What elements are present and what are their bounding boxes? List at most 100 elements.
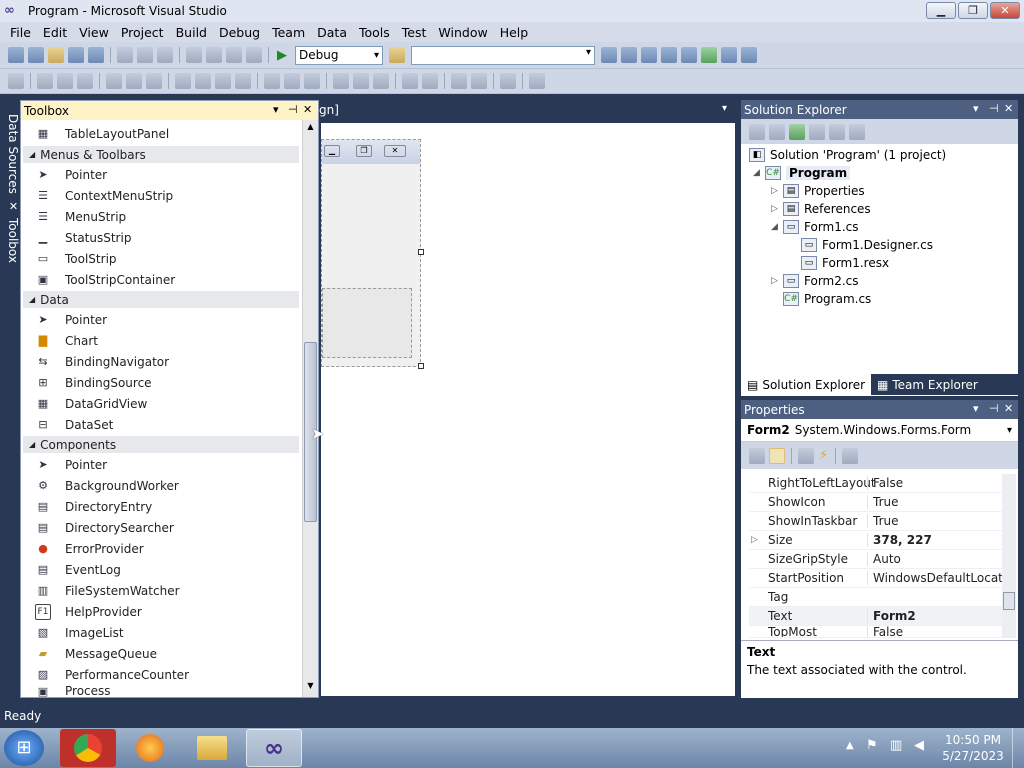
- tree-node-solution[interactable]: ◧ Solution 'Program' (1 project): [749, 146, 946, 164]
- property-row[interactable]: TopMost False: [749, 626, 1012, 638]
- scroll-down-icon[interactable]: ▼: [304, 681, 317, 694]
- paste-icon[interactable]: [157, 47, 173, 63]
- decrease-vertical-spacing-icon[interactable]: [373, 73, 389, 89]
- scroll-up-icon[interactable]: ▲: [304, 122, 317, 135]
- align-centers-icon[interactable]: [57, 73, 73, 89]
- properties-view-icon[interactable]: [798, 447, 814, 464]
- show-desktop-button[interactable]: [1012, 728, 1024, 768]
- menu-data[interactable]: Data: [311, 25, 353, 40]
- center-vertically-icon[interactable]: [422, 73, 438, 89]
- start-debugging-icon[interactable]: ▶: [277, 48, 287, 63]
- menu-window[interactable]: Window: [432, 25, 493, 40]
- increase-horizontal-spacing-icon[interactable]: [284, 73, 300, 89]
- action-center-icon[interactable]: ⚑: [866, 738, 878, 753]
- property-row[interactable]: ShowIcon True: [749, 493, 1012, 512]
- categorized-icon[interactable]: [749, 447, 765, 464]
- property-row-selected[interactable]: Text Form2: [749, 607, 1012, 626]
- class-view-icon[interactable]: [721, 47, 737, 63]
- events-icon[interactable]: ⚡: [819, 448, 828, 463]
- tree-node-form1[interactable]: ◢ ▭ Form1.cs: [771, 218, 859, 236]
- lock-controls-icon[interactable]: [529, 73, 545, 89]
- bring-to-front-icon[interactable]: [451, 73, 467, 89]
- toolbox-item[interactable]: ⊟ DataSet: [35, 414, 113, 435]
- menu-help[interactable]: Help: [494, 25, 535, 40]
- toolbox-group-menus-toolbars[interactable]: ◢ Menus & Toolbars: [23, 146, 299, 163]
- menu-build[interactable]: Build: [170, 25, 213, 40]
- tree-node-program-cs[interactable]: C# Program.cs: [783, 290, 871, 308]
- maximize-button[interactable]: ❐: [958, 2, 988, 19]
- close-button[interactable]: ✕: [990, 2, 1020, 19]
- properties-scrollbar[interactable]: [1002, 474, 1016, 638]
- tree-node-form1-designer[interactable]: ▭ Form1.Designer.cs: [801, 236, 933, 254]
- data-sources-tab[interactable]: Data Sources: [0, 114, 20, 194]
- align-bottoms-icon[interactable]: [146, 73, 162, 89]
- property-row[interactable]: SizeGripStyle Auto: [749, 550, 1012, 569]
- menu-edit[interactable]: Edit: [37, 25, 73, 40]
- add-item-icon[interactable]: [28, 47, 44, 63]
- toolbox-item[interactable]: ⊞ BindingSource: [35, 372, 151, 393]
- design-surface[interactable]: ▁ ❐ ✕: [321, 123, 735, 696]
- increase-vertical-spacing-icon[interactable]: [353, 73, 369, 89]
- property-pages-icon[interactable]: [842, 447, 859, 464]
- properties-window-icon[interactable]: [621, 47, 637, 63]
- toolbox-item[interactable]: ▤ EventLog: [35, 559, 121, 580]
- toolbox-item[interactable]: ▥ FileSystemWatcher: [35, 580, 180, 601]
- menu-file[interactable]: File: [4, 25, 37, 40]
- property-row[interactable]: Tag: [749, 588, 1012, 607]
- solution-explorer-close-icon[interactable]: ✕: [1004, 102, 1013, 115]
- toolbox-item[interactable]: ▣ Process: [35, 685, 111, 697]
- properties-close-icon[interactable]: ✕: [1004, 402, 1013, 415]
- auto-hide-pin-icon[interactable]: ⊣: [989, 402, 999, 415]
- window-position-icon[interactable]: ▾: [973, 102, 979, 115]
- align-middles-icon[interactable]: [126, 73, 142, 89]
- volume-icon[interactable]: ◀: [914, 738, 924, 753]
- copy-icon[interactable]: [137, 47, 153, 63]
- toolbox-item[interactable]: ● ErrorProvider: [35, 538, 143, 559]
- property-row[interactable]: ▷ Size 378, 227: [749, 531, 1012, 550]
- scrollbar-thumb[interactable]: [1003, 592, 1015, 610]
- toolbox-item[interactable]: ▤ DirectoryEntry: [35, 496, 152, 517]
- menu-test[interactable]: Test: [396, 25, 433, 40]
- navigate-forward-icon[interactable]: [246, 47, 262, 63]
- toolbox-item[interactable]: ☰ ContextMenuStrip: [35, 185, 173, 206]
- toolbox-item[interactable]: ➤ Pointer: [35, 454, 107, 475]
- find-combo[interactable]: [411, 45, 595, 65]
- menu-project[interactable]: Project: [115, 25, 170, 40]
- show-hidden-icons-icon[interactable]: ▲: [846, 740, 854, 751]
- new-project-icon[interactable]: [8, 47, 24, 63]
- menu-debug[interactable]: Debug: [213, 25, 266, 40]
- toolbox-item[interactable]: ⚙ BackgroundWorker: [35, 475, 179, 496]
- toolbox-item[interactable]: ⇆ BindingNavigator: [35, 351, 169, 372]
- expand-arrow-icon[interactable]: ▷: [751, 535, 758, 545]
- decrease-horizontal-spacing-icon[interactable]: [304, 73, 320, 89]
- network-icon[interactable]: ▥: [890, 738, 902, 753]
- auto-hide-pin-icon[interactable]: ⊣: [989, 102, 999, 115]
- toolbox-tab[interactable]: Toolbox: [0, 218, 20, 263]
- toolbox-item[interactable]: ➤ Pointer: [35, 309, 107, 330]
- property-row[interactable]: RightToLeftLayout False: [749, 474, 1012, 493]
- toolbox-item[interactable]: ➤ Pointer: [35, 164, 107, 185]
- save-all-icon[interactable]: [88, 47, 104, 63]
- properties-icon[interactable]: [749, 123, 765, 140]
- auto-hide-pin-icon[interactable]: ⊣: [288, 103, 298, 116]
- command-window-icon[interactable]: [741, 47, 757, 63]
- menu-team[interactable]: Team: [266, 25, 311, 40]
- make-same-height-icon[interactable]: [215, 73, 231, 89]
- toolbox-item[interactable]: ▇ Chart: [35, 330, 98, 351]
- toolbox-group-data[interactable]: ◢ Data: [23, 291, 299, 308]
- tree-node-project[interactable]: ◢ C# Program: [753, 164, 851, 182]
- toolbox-scrollbar[interactable]: ▲ ▼: [302, 120, 318, 697]
- taskbar-visual-studio[interactable]: ∞: [246, 729, 302, 767]
- make-same-size-icon[interactable]: [235, 73, 251, 89]
- toolbox-close-icon[interactable]: ✕: [303, 103, 312, 116]
- align-rights-icon[interactable]: [77, 73, 93, 89]
- toolbox-item[interactable]: ▰ MessageQueue: [35, 643, 157, 664]
- view-designer-icon[interactable]: [829, 123, 845, 140]
- window-position-icon[interactable]: ▾: [273, 103, 279, 116]
- menu-view[interactable]: View: [73, 25, 115, 40]
- object-browser-icon[interactable]: [641, 47, 657, 63]
- tree-node-properties[interactable]: ▷ ▤ Properties: [771, 182, 865, 200]
- toolbox-item[interactable]: ☰ MenuStrip: [35, 206, 126, 227]
- refresh-icon[interactable]: [789, 123, 805, 140]
- resize-handle[interactable]: [418, 249, 424, 255]
